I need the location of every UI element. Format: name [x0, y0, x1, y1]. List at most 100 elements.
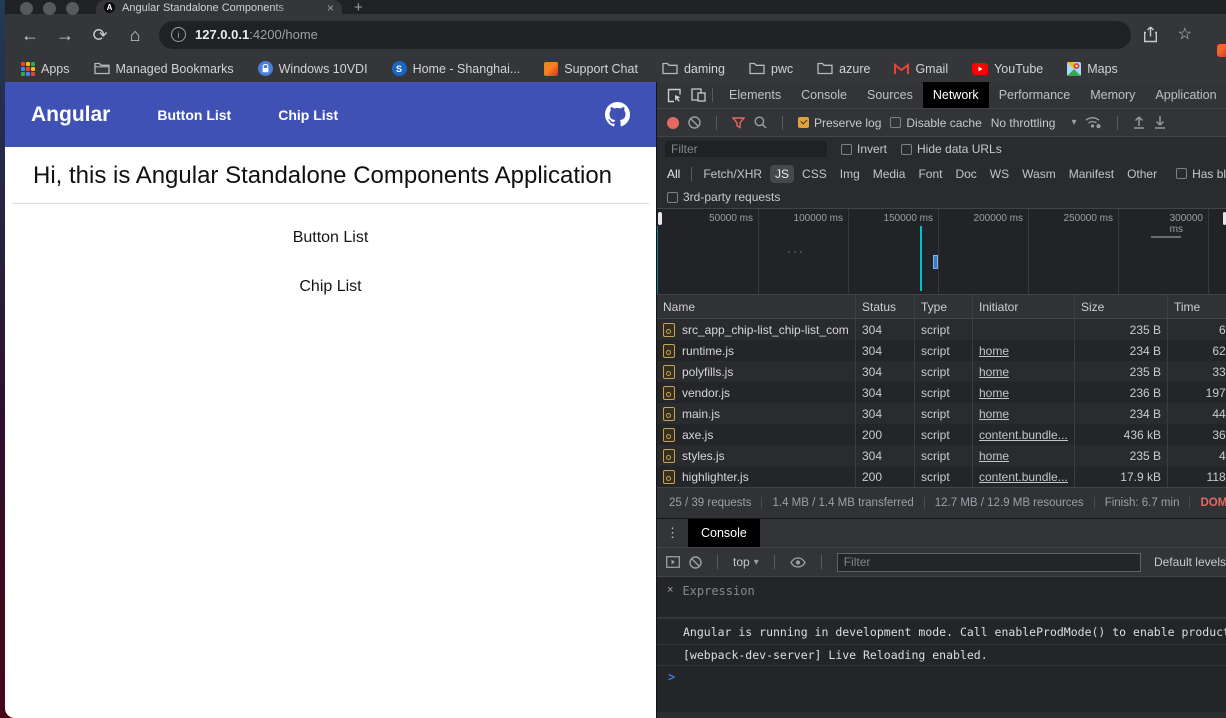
traffic-light-minimize[interactable]	[43, 2, 56, 15]
context-select[interactable]: top ▾	[733, 555, 759, 569]
search-icon[interactable]	[754, 116, 767, 129]
nav-link-button-list[interactable]: Button List	[157, 107, 231, 123]
col-type[interactable]: Type	[915, 295, 973, 318]
initiator-link[interactable]: content.bundle....	[979, 470, 1068, 484]
tab-sources[interactable]: Sources	[857, 82, 923, 108]
type-css[interactable]: CSS	[802, 167, 827, 181]
table-row[interactable]: highlighter.js 200 script content.bundle…	[657, 466, 1226, 487]
third-party-checkbox[interactable]: 3rd-party requests	[667, 190, 780, 204]
bookmark-maps[interactable]: Maps	[1067, 62, 1118, 76]
network-overview-timeline[interactable]: 50000 ms 100000 ms 150000 ms 200000 ms 2…	[657, 209, 1226, 295]
reload-icon[interactable]: ⟳	[90, 26, 110, 44]
initiator-link[interactable]: home	[979, 344, 1009, 358]
col-time[interactable]: Time	[1168, 295, 1226, 318]
console-sidebar-icon[interactable]	[666, 556, 680, 568]
bookmark-youtube[interactable]: YouTube	[972, 62, 1043, 76]
browser-tab[interactable]: A Angular Standalone Components ×	[96, 0, 342, 15]
network-filter-input[interactable]	[665, 141, 827, 157]
link-chip-list[interactable]: Chip List	[5, 278, 656, 296]
type-wasm[interactable]: Wasm	[1022, 167, 1056, 181]
initiator-link[interactable]: home	[979, 449, 1009, 463]
home-icon[interactable]: ⌂	[125, 26, 145, 44]
tab-elements[interactable]: Elements	[719, 82, 791, 108]
type-all[interactable]: All	[667, 167, 680, 181]
forward-icon[interactable]: →	[55, 26, 75, 44]
type-media[interactable]: Media	[873, 167, 906, 181]
console-clear-icon[interactable]	[689, 556, 702, 569]
initiator-link[interactable]: home	[979, 365, 1009, 379]
github-icon[interactable]	[605, 102, 630, 127]
col-name[interactable]: Name	[657, 295, 856, 318]
remove-expression-icon[interactable]: ×	[667, 584, 673, 596]
import-har-icon[interactable]	[1133, 116, 1145, 129]
traffic-light-zoom[interactable]	[66, 2, 79, 15]
overview-left-handle[interactable]	[658, 212, 662, 225]
table-row[interactable]: main.js 304 script home 234 B 44 ms	[657, 403, 1226, 424]
tab-network[interactable]: Network	[923, 82, 989, 108]
bookmark-home-shanghai[interactable]: S Home - Shanghai...	[392, 61, 521, 76]
bookmark-gmail[interactable]: Gmail	[894, 62, 948, 76]
tab-memory[interactable]: Memory	[1080, 82, 1145, 108]
tab-application[interactable]: Application	[1145, 82, 1226, 108]
type-manifest[interactable]: Manifest	[1069, 167, 1114, 181]
tab-performance[interactable]: Performance	[989, 82, 1081, 108]
new-tab-button[interactable]: +	[354, 0, 363, 15]
console-prompt[interactable]: >	[657, 666, 1226, 688]
initiator-link[interactable]: home	[979, 407, 1009, 421]
type-other[interactable]: Other	[1127, 167, 1157, 181]
extension-badge-icon[interactable]	[1217, 44, 1226, 57]
table-row[interactable]: polyfills.js 304 script home 235 B 33 ms	[657, 361, 1226, 382]
console-empty-area[interactable]	[657, 688, 1226, 712]
site-info-icon[interactable]: i	[171, 27, 186, 42]
table-row[interactable]: axe.js 200 script content.bundle.... 436…	[657, 424, 1226, 445]
table-row[interactable]: styles.js 304 script home 235 B 4 ms	[657, 445, 1226, 466]
bookmark-windows-10vdi[interactable]: Windows 10VDI	[258, 61, 368, 76]
invert-checkbox[interactable]: Invert	[841, 142, 887, 156]
col-size[interactable]: Size	[1075, 295, 1168, 318]
drawer-tab-console[interactable]: Console	[688, 519, 760, 547]
back-icon[interactable]: ←	[20, 26, 40, 44]
type-doc[interactable]: Doc	[955, 167, 976, 181]
type-font[interactable]: Font	[918, 167, 942, 181]
table-header[interactable]: Name Status Type Initiator Size Time	[657, 295, 1226, 319]
eye-icon[interactable]	[790, 557, 806, 568]
bookmark-folder-daming[interactable]: daming	[662, 62, 725, 76]
initiator-link[interactable]: content.bundle....	[979, 428, 1068, 442]
tab-console[interactable]: Console	[791, 82, 857, 108]
hide-data-urls-checkbox[interactable]: Hide data URLs	[901, 142, 1002, 156]
bookmark-managed-bookmarks[interactable]: Managed Bookmarks	[94, 62, 234, 76]
traffic-light-close[interactable]	[20, 2, 33, 15]
initiator-link[interactable]: home	[979, 386, 1009, 400]
type-img[interactable]: Img	[840, 167, 860, 181]
tab-close-icon[interactable]: ×	[327, 2, 334, 14]
has-blocked-cookies-checkbox[interactable]: Has blocked cookies	[1176, 167, 1226, 181]
share-icon[interactable]	[1143, 26, 1158, 43]
live-expression-row[interactable]: × Expression	[657, 577, 1226, 618]
preserve-log-checkbox[interactable]: Preserve log	[798, 116, 881, 130]
type-js[interactable]: JS	[770, 165, 794, 183]
type-fetch-xhr[interactable]: Fetch/XHR	[703, 167, 762, 181]
address-bar[interactable]: i 127.0.0.1:4200/home	[159, 21, 1131, 49]
disable-cache-checkbox[interactable]: Disable cache	[890, 116, 981, 130]
col-initiator[interactable]: Initiator	[973, 295, 1075, 318]
bookmark-apps[interactable]: Apps	[21, 62, 70, 76]
inspect-element-icon[interactable]	[667, 88, 682, 103]
bookmark-folder-pwc[interactable]: pwc	[749, 62, 793, 76]
console-filter-input[interactable]	[837, 553, 1141, 572]
throttling-select[interactable]: No throttling ▾	[991, 116, 1077, 130]
bookmark-folder-azure[interactable]: azure	[817, 62, 870, 76]
nav-link-chip-list[interactable]: Chip List	[278, 107, 338, 123]
table-row[interactable]: runtime.js 304 script home 234 B 62 ms	[657, 340, 1226, 361]
table-row[interactable]: src_app_chip-list_chip-list_com... 304 s…	[657, 319, 1226, 340]
record-icon[interactable]	[667, 117, 679, 129]
link-button-list[interactable]: Button List	[5, 229, 656, 247]
network-conditions-icon[interactable]	[1085, 116, 1102, 129]
col-status[interactable]: Status	[856, 295, 915, 318]
default-levels-select[interactable]: Default levels	[1154, 555, 1226, 569]
bookmark-support-chat[interactable]: Support Chat	[544, 62, 638, 76]
clear-icon[interactable]	[688, 116, 701, 129]
device-toolbar-icon[interactable]	[691, 88, 706, 102]
drawer-menu-icon[interactable]: ⋮	[657, 525, 688, 541]
table-row[interactable]: vendor.js 304 script home 236 B 197 ms	[657, 382, 1226, 403]
type-ws[interactable]: WS	[990, 167, 1009, 181]
